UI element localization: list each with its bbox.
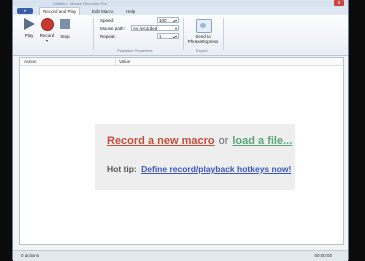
or-text: or <box>218 135 229 147</box>
stop-icon <box>59 19 71 31</box>
mouse-path-label: Mouse path: <box>100 26 125 31</box>
tab-help[interactable]: Help <box>123 8 138 15</box>
define-hotkeys-link[interactable]: Define record/playback hotkeys now! <box>141 164 291 174</box>
mouse-path-select[interactable]: As recorded ▾ <box>131 25 179 31</box>
column-header-value[interactable]: Value <box>119 58 130 65</box>
column-divider[interactable] <box>115 58 116 65</box>
repeat-value: 1 <box>159 34 162 39</box>
stop-button[interactable]: Stop <box>57 18 73 48</box>
title-bar: Untitled - Mouse Recorder Pro x <box>13 0 348 7</box>
record-button[interactable]: Record ▾ <box>39 18 55 48</box>
export-group-label: Export <box>196 48 208 53</box>
speed-label: Speed: <box>100 18 115 23</box>
tab-edit-macro[interactable]: Edit Macro <box>89 8 117 15</box>
record-dropdown-icon[interactable]: ▾ <box>39 38 55 43</box>
action-count: 0 actions <box>21 253 40 258</box>
load-file-link[interactable]: load a file... <box>232 135 292 147</box>
record-icon <box>41 18 54 31</box>
hot-tip-label: Hot tip: <box>107 164 137 174</box>
column-header-action[interactable]: Action <box>24 58 37 65</box>
chevron-down-icon: ▾ <box>174 26 177 31</box>
record-new-macro-link[interactable]: Record a new macro <box>107 135 215 147</box>
ribbon: Play Record ▾ Stop Speed: 100 ▴▾ Mouse p… <box>13 15 348 56</box>
list-header: Action Value <box>20 58 343 66</box>
ribbon-separator <box>183 18 184 50</box>
send-to-label: Send to PhraseExpress <box>185 34 221 44</box>
mouse-path-value: As recorded <box>133 26 158 31</box>
stop-label: Stop <box>60 34 70 39</box>
app-window: Untitled - Mouse Recorder Pro x ▾ Record… <box>12 0 349 261</box>
play-button[interactable]: Play <box>21 18 37 48</box>
speed-input[interactable]: 100 ▴▾ <box>157 17 179 23</box>
send-to-line2: PhraseExpress <box>187 39 219 44</box>
repeat-input[interactable]: 1 ▴▾ <box>157 33 179 39</box>
phraseexpress-icon <box>196 19 212 33</box>
elapsed-time: 00:00:00 <box>314 253 332 258</box>
ribbon-separator <box>223 18 224 50</box>
playback-properties-group-label: Playback Properties <box>117 48 153 53</box>
status-bar: 0 actions 00:00:00 <box>13 250 348 261</box>
empty-state-actions: Record a new macro or load a file... <box>107 135 292 147</box>
repeat-label: Repeat: <box>100 34 116 39</box>
play-icon <box>23 18 35 30</box>
close-window-button[interactable]: x <box>334 0 344 6</box>
window-title: Untitled - Mouse Recorder Pro <box>53 1 108 6</box>
speed-value: 100 <box>159 18 167 23</box>
ribbon-separator <box>93 18 94 50</box>
repeat-spin-icon: ▴▾ <box>172 34 177 39</box>
empty-state-panel: Record a new macro or load a file... Hot t… <box>95 124 295 190</box>
file-menu-button[interactable]: ▾ <box>17 8 33 14</box>
play-label: Play <box>24 33 34 38</box>
speed-spin-icon: ▴▾ <box>172 18 177 23</box>
hot-tip: Hot tip: Define record/playback hotkeys … <box>107 164 291 174</box>
